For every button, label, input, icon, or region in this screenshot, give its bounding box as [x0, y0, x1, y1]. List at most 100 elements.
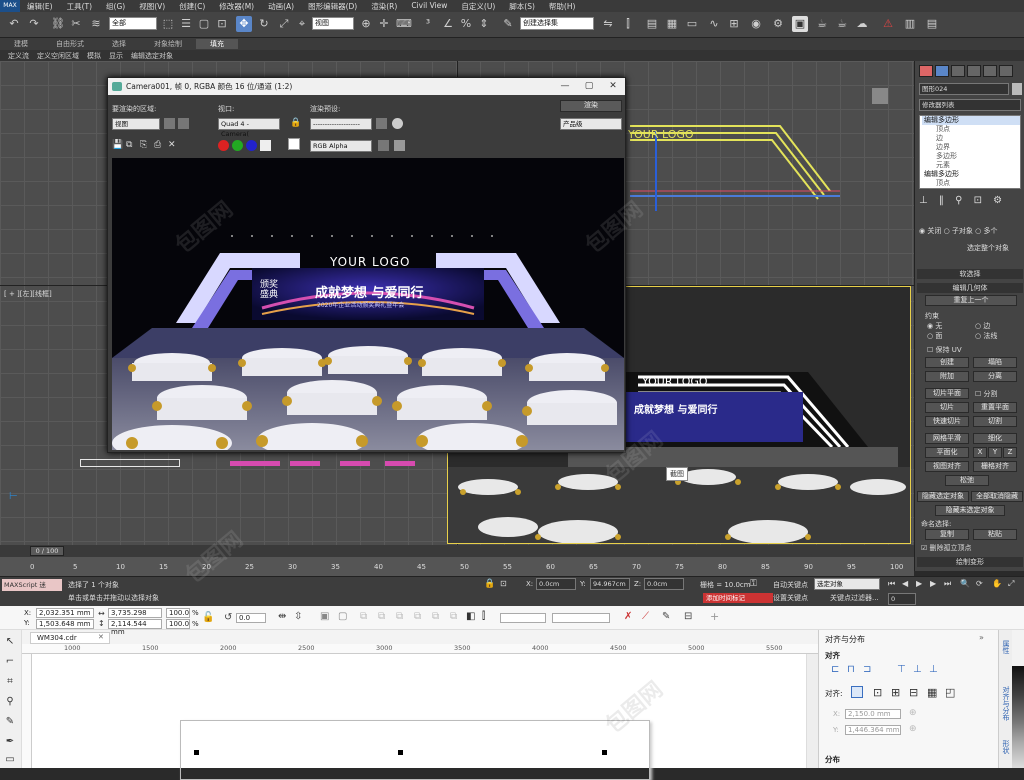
- align-to-selection-icon[interactable]: ⊡: [873, 686, 882, 699]
- lock-icon[interactable]: 🔒: [290, 118, 301, 128]
- absolute-mode-icon[interactable]: ⊡: [500, 579, 507, 588]
- render-area-select[interactable]: 视图: [112, 118, 160, 130]
- orbit-icon[interactable]: ⟳: [976, 579, 983, 588]
- view-align-button[interactable]: 视图对齐: [925, 461, 969, 472]
- menu-item[interactable]: 编辑(E): [20, 1, 60, 12]
- lock-ratio-icon[interactable]: 🔓: [202, 612, 214, 623]
- edit-region-icon[interactable]: [164, 118, 175, 129]
- docker-expand-icon[interactable]: »: [979, 633, 984, 642]
- spinner-snap-icon[interactable]: ⇕: [476, 16, 492, 32]
- environment-icon[interactable]: [392, 118, 403, 129]
- play-icon[interactable]: ▶: [916, 579, 922, 588]
- modifier-sublevel-item[interactable]: 元素: [922, 161, 1020, 170]
- placement-icon[interactable]: ⌖: [294, 16, 310, 32]
- create-boundary-icon[interactable]: ◧: [466, 611, 475, 622]
- create-tab-icon[interactable]: [919, 65, 933, 77]
- menu-item[interactable]: 自定义(U): [454, 1, 502, 12]
- color-palette[interactable]: [1012, 666, 1024, 768]
- ribbon-tab[interactable]: 对象绘制: [140, 39, 196, 49]
- zoom-tool-icon[interactable]: ⚲: [4, 696, 16, 708]
- menu-item[interactable]: Civil View: [404, 1, 454, 12]
- modifier-sublevel-item[interactable]: 多边形: [922, 152, 1020, 161]
- planarize-x-button[interactable]: X: [973, 447, 987, 458]
- schematic-view-icon[interactable]: ⊞: [726, 16, 742, 32]
- trim-icon[interactable]: ⧉: [378, 611, 385, 622]
- key-icon[interactable]: ⚿: [750, 579, 757, 589]
- scale-icon[interactable]: ⤢: [276, 16, 292, 32]
- ribbon-sub-item[interactable]: 模拟: [87, 51, 101, 61]
- close-icon[interactable]: ✕: [601, 78, 625, 95]
- outline-width-select[interactable]: [500, 613, 546, 623]
- layer-explorer-icon[interactable]: ▤: [644, 16, 660, 32]
- workspace-icon[interactable]: ▥: [902, 16, 918, 32]
- ribbon-sub-item[interactable]: 显示: [109, 51, 123, 61]
- current-frame-field[interactable]: 0: [888, 593, 916, 605]
- time-slider[interactable]: 0 / 100: [0, 545, 914, 557]
- shape-tool-icon[interactable]: ⌐: [4, 656, 16, 668]
- alpha-channel-icon[interactable]: [260, 140, 271, 151]
- create-button[interactable]: 创建: [925, 357, 969, 368]
- crop-tool-icon[interactable]: ⌗: [4, 676, 16, 688]
- selection-lock-icon[interactable]: 🔒: [484, 579, 495, 589]
- keyboard-shortcut-icon[interactable]: ⌨: [396, 16, 412, 32]
- render-setup-icon[interactable]: [376, 118, 387, 129]
- z-coord-field[interactable]: 0.0cm: [644, 578, 684, 590]
- angle-snap-icon[interactable]: ∠: [440, 16, 456, 32]
- rotation-angle-field[interactable]: 0.0: [236, 613, 266, 623]
- grid-align-button[interactable]: 栅格对齐: [973, 461, 1017, 472]
- front-minus-back-icon[interactable]: ⧉: [432, 611, 439, 622]
- add-icon[interactable]: +: [710, 610, 719, 623]
- delete-isolated-checkbox[interactable]: ☑: [921, 544, 930, 552]
- copy-button[interactable]: 复制: [925, 529, 969, 540]
- planarize-z-button[interactable]: Z: [1003, 447, 1017, 458]
- rectangle-tool-icon[interactable]: ▭: [4, 754, 16, 766]
- menu-item[interactable]: 工具(T): [60, 1, 99, 12]
- unlink-icon[interactable]: ✂: [68, 16, 84, 32]
- simplify-icon[interactable]: ⧉: [414, 611, 421, 622]
- align-icon[interactable]: ⫿: [620, 16, 636, 32]
- quick-customize-icon[interactable]: ⊟: [684, 611, 692, 622]
- copy-image-icon[interactable]: ⧉: [126, 140, 132, 150]
- object-color-icon[interactable]: [1012, 83, 1022, 95]
- x-coord-field[interactable]: 0.0cm: [536, 578, 576, 590]
- minimize-icon[interactable]: —: [553, 78, 577, 95]
- zoom-icon[interactable]: 🔍: [960, 579, 970, 588]
- selection-handle[interactable]: [602, 750, 607, 755]
- menu-item[interactable]: 修改器(M): [212, 1, 261, 12]
- repeat-last-button[interactable]: 重复上一个: [925, 295, 1017, 306]
- render-button[interactable]: 渲染: [560, 100, 622, 112]
- x-position-field[interactable]: 2,032.351 mm: [36, 608, 94, 618]
- quickslice-button[interactable]: 快速切片: [925, 416, 969, 427]
- link-icon[interactable]: ⛓: [50, 16, 66, 32]
- select-whole-object[interactable]: 选定整个对象: [967, 243, 1009, 253]
- scale-y-field[interactable]: 100.0: [166, 619, 190, 629]
- weld-icon[interactable]: ⧉: [360, 611, 367, 622]
- scale-x-field[interactable]: 100.0: [166, 608, 190, 618]
- layer-icon[interactable]: ▦: [664, 16, 680, 32]
- align-to-page-edge-icon[interactable]: ⊞: [891, 686, 900, 699]
- modify-tab-icon[interactable]: [935, 65, 949, 77]
- menu-item[interactable]: 视图(V): [132, 1, 172, 12]
- viewcube-icon[interactable]: [872, 88, 888, 104]
- toolbar-more-icon[interactable]: ▤: [924, 16, 940, 32]
- render-production-icon[interactable]: ☕: [814, 16, 830, 32]
- modifier-stack[interactable]: 编辑多边形 顶点边边界 多边形 元素 编辑多边形 顶点: [919, 115, 1021, 189]
- pen-icon[interactable]: ✎: [662, 611, 670, 622]
- left-viewport-label[interactable]: [ + ][左][线框]: [4, 289, 52, 299]
- ribbon-sub-item[interactable]: 定义空闲区域: [37, 51, 79, 61]
- hierarchy-tab-icon[interactable]: [951, 65, 965, 77]
- pivot-icon[interactable]: ⊕: [358, 16, 374, 32]
- align-center-h-icon[interactable]: ⊓: [847, 664, 855, 675]
- ribbon-sub-item[interactable]: 编辑选定对象: [131, 51, 173, 61]
- modifier-sublevel-item[interactable]: 顶点: [922, 179, 1020, 188]
- mirror-icon[interactable]: ⇋: [600, 16, 616, 32]
- radio-multi[interactable]: ○: [975, 227, 983, 235]
- wrap-text-icon[interactable]: ✗: [624, 611, 632, 622]
- modifier-stack-item[interactable]: 编辑多边形: [922, 116, 1020, 125]
- menu-item[interactable]: 脚本(S): [502, 1, 542, 12]
- align-left-icon[interactable]: ⊏: [831, 664, 839, 675]
- print-icon[interactable]: ⎙: [154, 140, 161, 150]
- menu-item[interactable]: 创建(C): [172, 1, 212, 12]
- rendered-image[interactable]: YOUR LOGO 成就梦想 与爱同行 颁奖盛典 2020年企业活动颁奖典礼暨年…: [112, 158, 624, 450]
- modifier-list-select[interactable]: 修改器列表: [919, 99, 1021, 111]
